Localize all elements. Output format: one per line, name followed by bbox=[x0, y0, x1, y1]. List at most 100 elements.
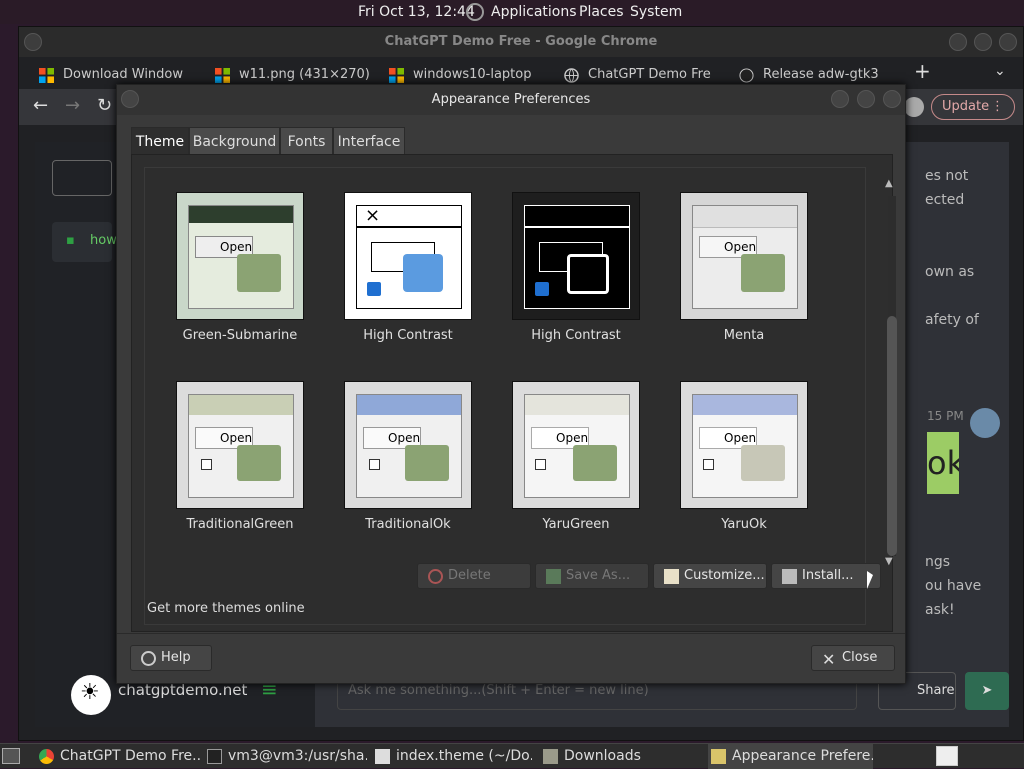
tab-label: w11.png (431×270) bbox=[239, 67, 370, 82]
tab-interface[interactable]: Interface bbox=[333, 127, 405, 155]
theme-thumb-yaru-ok[interactable]: Open bbox=[680, 381, 808, 509]
task-terminal[interactable]: vm3@vm3:/usr/sha... bbox=[204, 744, 367, 769]
applications-menu[interactable]: Applications bbox=[491, 4, 577, 20]
theme-thumb-high-contrast[interactable]: ⨯ bbox=[344, 192, 472, 320]
task-label: vm3@vm3:/usr/sha... bbox=[228, 748, 367, 764]
top-panel: Fri Oct 13, 12:44 Applications Places Sy… bbox=[0, 0, 1024, 24]
theme-name: High Contrast bbox=[531, 328, 621, 343]
close-icon[interactable] bbox=[999, 33, 1017, 51]
task-downloads[interactable]: Downloads bbox=[540, 744, 705, 769]
new-chat-button[interactable] bbox=[52, 160, 112, 196]
dialog-menu-icon[interactable] bbox=[121, 90, 139, 108]
tab-search-icon[interactable]: ⌄ bbox=[994, 63, 1006, 79]
tab-fonts[interactable]: Fonts bbox=[280, 127, 333, 155]
folder-icon bbox=[543, 749, 558, 764]
windows-logo-icon bbox=[389, 68, 404, 83]
text-editor-icon bbox=[375, 749, 390, 764]
dialog-maximize-icon[interactable] bbox=[857, 90, 875, 108]
save-icon bbox=[546, 569, 561, 584]
theme-thumb-yaru-green[interactable]: Open bbox=[512, 381, 640, 509]
install-button[interactable]: Install... bbox=[771, 563, 881, 589]
theme-toggle-icon[interactable]: ☀ bbox=[71, 675, 111, 715]
theme-name: Green-Submarine bbox=[182, 328, 298, 343]
system-menu[interactable]: System bbox=[630, 4, 682, 20]
theme-name: Menta bbox=[723, 328, 765, 343]
folder-icon bbox=[741, 445, 785, 481]
places-menu[interactable]: Places bbox=[579, 4, 624, 20]
save-as-button[interactable]: Save As... bbox=[535, 563, 649, 589]
delete-label: Delete bbox=[448, 568, 491, 583]
workspace-switcher[interactable] bbox=[936, 746, 958, 766]
checkbox-preview bbox=[367, 282, 381, 296]
titlebar-preview bbox=[357, 395, 461, 415]
theme-name: TraditionalGreen bbox=[186, 517, 294, 532]
new-tab-icon[interactable]: + bbox=[914, 59, 931, 83]
back-icon[interactable]: ← bbox=[33, 95, 48, 116]
minimize-icon[interactable] bbox=[949, 33, 967, 51]
folder-icon bbox=[741, 254, 785, 292]
scroll-up-icon[interactable]: ▲ bbox=[885, 178, 893, 189]
tab-label: Download Window bbox=[63, 67, 184, 82]
bot-avatar bbox=[970, 408, 1000, 438]
browser-title: ChatGPT Demo Free - Google Chrome bbox=[19, 27, 1023, 57]
customize-label: Customize... bbox=[684, 568, 765, 583]
chat-text-fragment-2: ngs ou have ask! bbox=[925, 554, 982, 618]
delete-icon bbox=[428, 569, 443, 584]
dialog-close-icon[interactable] bbox=[883, 90, 901, 108]
show-desktop-icon[interactable] bbox=[2, 748, 20, 764]
terminal-icon bbox=[207, 749, 222, 764]
task-appearance-preferences[interactable]: Appearance Prefere... bbox=[708, 744, 873, 769]
task-chrome[interactable]: ChatGPT Demo Fre... bbox=[36, 744, 201, 769]
theme-panel: Open Green-Submarine ⨯ High Contrast Hig… bbox=[131, 154, 897, 632]
folder-icon bbox=[567, 254, 609, 294]
folder-icon bbox=[573, 445, 617, 481]
send-button[interactable]: ➤ bbox=[965, 672, 1009, 710]
kebab-menu-icon[interactable]: ⋮ bbox=[991, 95, 1004, 119]
theme-scrollbar[interactable]: ▲ ▼ bbox=[885, 178, 897, 568]
titlebar-preview bbox=[189, 206, 293, 223]
folder-icon bbox=[403, 254, 443, 292]
chat-item-label: how bbox=[90, 233, 117, 248]
checkbox-preview bbox=[201, 459, 212, 470]
help-button[interactable]: Help bbox=[130, 645, 212, 671]
clock[interactable]: Fri Oct 13, 12:44 bbox=[358, 4, 475, 20]
message-bubble: ok bbox=[927, 432, 959, 494]
update-button[interactable]: Update ⋮ bbox=[931, 94, 1015, 120]
titlebar-preview bbox=[525, 206, 629, 228]
task-label: Appearance Prefere... bbox=[732, 748, 873, 764]
scroll-thumb[interactable] bbox=[887, 316, 897, 556]
titlebar-preview bbox=[525, 395, 629, 415]
window-menu-icon[interactable] bbox=[24, 33, 42, 51]
share-label: Share bbox=[917, 683, 955, 698]
chat-history-item[interactable]: ▪ how bbox=[52, 222, 117, 262]
scroll-down-icon[interactable]: ▼ bbox=[885, 556, 893, 567]
profile-avatar[interactable] bbox=[904, 97, 924, 117]
theme-thumb-traditional-green[interactable]: Open bbox=[176, 381, 304, 509]
customize-button[interactable]: Customize... bbox=[653, 563, 767, 589]
tab-label: windows10-laptop bbox=[413, 67, 532, 82]
tab-background[interactable]: Background bbox=[189, 127, 280, 155]
dialog-minimize-icon[interactable] bbox=[831, 90, 849, 108]
theme-thumb-menta[interactable]: Open bbox=[680, 192, 808, 320]
chrome-icon bbox=[39, 749, 54, 764]
tab-theme[interactable]: Theme bbox=[131, 127, 189, 155]
more-themes-link[interactable]: Get more themes online bbox=[147, 601, 305, 616]
folder-icon bbox=[405, 445, 449, 481]
folder-icon bbox=[237, 254, 281, 292]
theme-name: YaruGreen bbox=[542, 517, 610, 532]
titlebar-preview bbox=[189, 395, 293, 415]
task-label: Downloads bbox=[564, 748, 641, 764]
theme-thumb-high-contrast-inverse[interactable] bbox=[512, 192, 640, 320]
task-text-editor[interactable]: index.theme (~/Do... bbox=[372, 744, 532, 769]
forward-icon[interactable]: → bbox=[65, 95, 80, 116]
distro-logo-icon[interactable] bbox=[466, 3, 484, 21]
close-label: Close bbox=[842, 650, 878, 665]
checkbox-preview bbox=[369, 459, 380, 470]
close-button[interactable]: ✕ Close bbox=[811, 645, 895, 671]
theme-thumb-green-submarine[interactable]: Open bbox=[176, 192, 304, 320]
maximize-icon[interactable] bbox=[974, 33, 992, 51]
delete-button[interactable]: Delete bbox=[417, 563, 531, 589]
checkbox-preview bbox=[535, 282, 549, 296]
reload-icon[interactable]: ↻ bbox=[97, 95, 112, 116]
theme-thumb-traditional-ok[interactable]: Open bbox=[344, 381, 472, 509]
